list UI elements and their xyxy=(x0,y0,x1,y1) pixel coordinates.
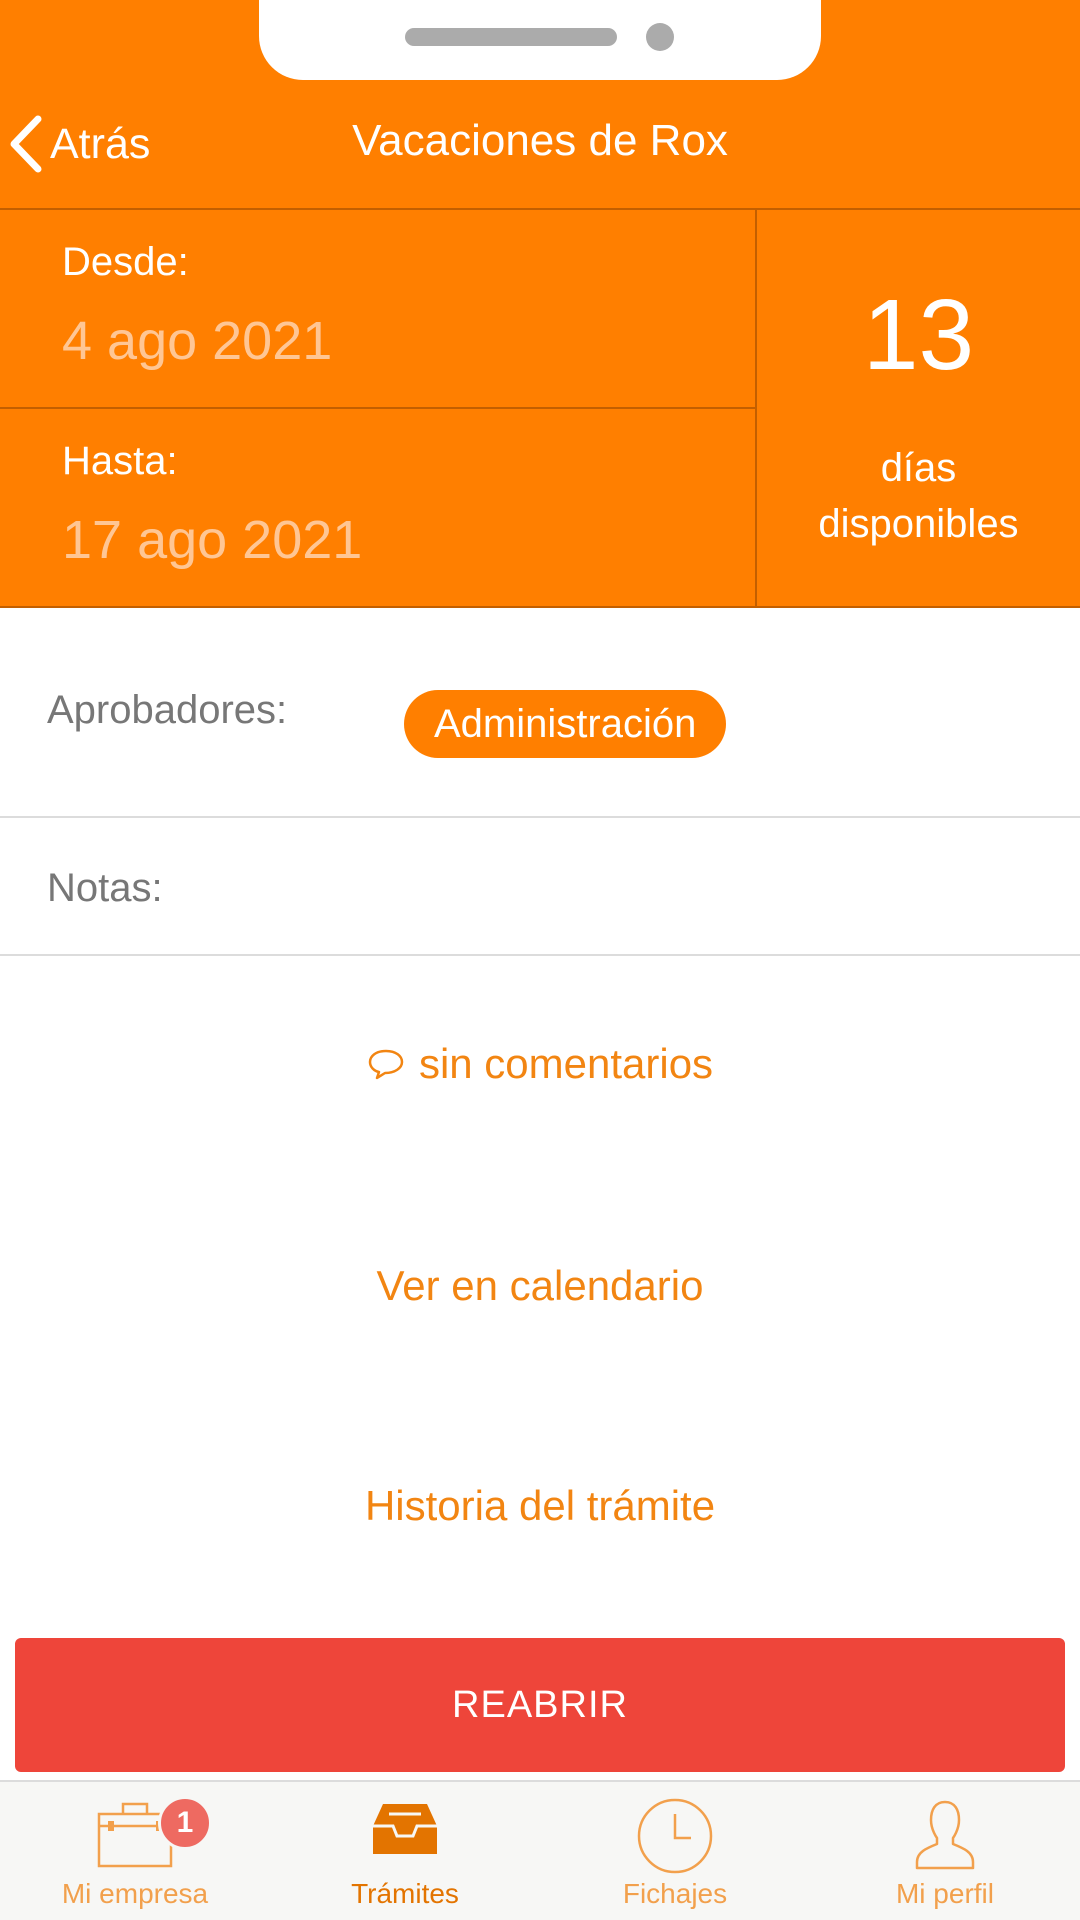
date-range-panel: Desde: 4 ago 2021 Hasta: 17 ago 2021 13 … xyxy=(0,208,1080,608)
available-days-label-line2: disponibles xyxy=(818,502,1019,546)
history-link[interactable]: Historia del trámite xyxy=(0,1482,1080,1530)
tab-bar: 1 Mi empresa Trámites Fichajes Mi perfil xyxy=(0,1780,1080,1920)
tab-tramites[interactable]: Trámites xyxy=(270,1782,540,1920)
date-from-label: Desde: xyxy=(62,240,189,284)
comments-link-label: sin comentarios xyxy=(418,1040,714,1087)
device-notch xyxy=(259,0,821,80)
user-icon xyxy=(915,1800,975,1870)
available-days: 13 días disponibles xyxy=(755,210,1080,608)
approvers-label: Aprobadores: xyxy=(47,688,288,732)
available-days-count: 13 xyxy=(862,279,975,391)
date-to-cell[interactable]: Hasta: 17 ago 2021 xyxy=(0,409,755,608)
tab-label: Fichajes xyxy=(622,1878,728,1909)
notch-camera xyxy=(646,23,674,51)
notification-badge: 1 xyxy=(158,1796,212,1850)
notes-label: Notas: xyxy=(47,866,163,910)
available-days-label-line1: días xyxy=(880,446,957,490)
tab-label: Mi empresa xyxy=(61,1878,209,1909)
date-to-value: 17 ago 2021 xyxy=(62,510,363,570)
available-days-label: días disponibles xyxy=(757,440,1080,552)
reopen-button[interactable]: REABRIR xyxy=(15,1638,1065,1772)
page-title: Vacaciones de Rox xyxy=(352,116,728,165)
nav-header: Atrás Vacaciones de Rox xyxy=(0,0,1080,208)
notch-speaker xyxy=(405,28,617,46)
clock-icon xyxy=(637,1798,713,1874)
notes-row: Notas: xyxy=(0,818,1080,956)
inbox-tray-icon xyxy=(373,1804,437,1854)
approver-chip[interactable]: Administración xyxy=(404,690,727,758)
tab-label: Mi perfil xyxy=(895,1878,994,1909)
approvers-row: Aprobadores: Administración xyxy=(0,608,1080,818)
date-to-label: Hasta: xyxy=(62,439,178,483)
tab-mi-empresa[interactable]: 1 Mi empresa xyxy=(0,1782,270,1920)
view-calendar-link[interactable]: Ver en calendario xyxy=(0,1262,1080,1310)
date-from-cell[interactable]: Desde: 4 ago 2021 xyxy=(0,210,755,409)
speech-bubble-icon xyxy=(368,1049,404,1080)
date-from-value: 4 ago 2021 xyxy=(62,311,333,371)
tab-mi-perfil[interactable]: Mi perfil xyxy=(810,1782,1080,1920)
tab-fichajes[interactable]: Fichajes xyxy=(540,1782,810,1920)
comments-link[interactable]: sin comentarios xyxy=(0,1040,1080,1088)
tab-label: Trámites xyxy=(351,1878,459,1909)
